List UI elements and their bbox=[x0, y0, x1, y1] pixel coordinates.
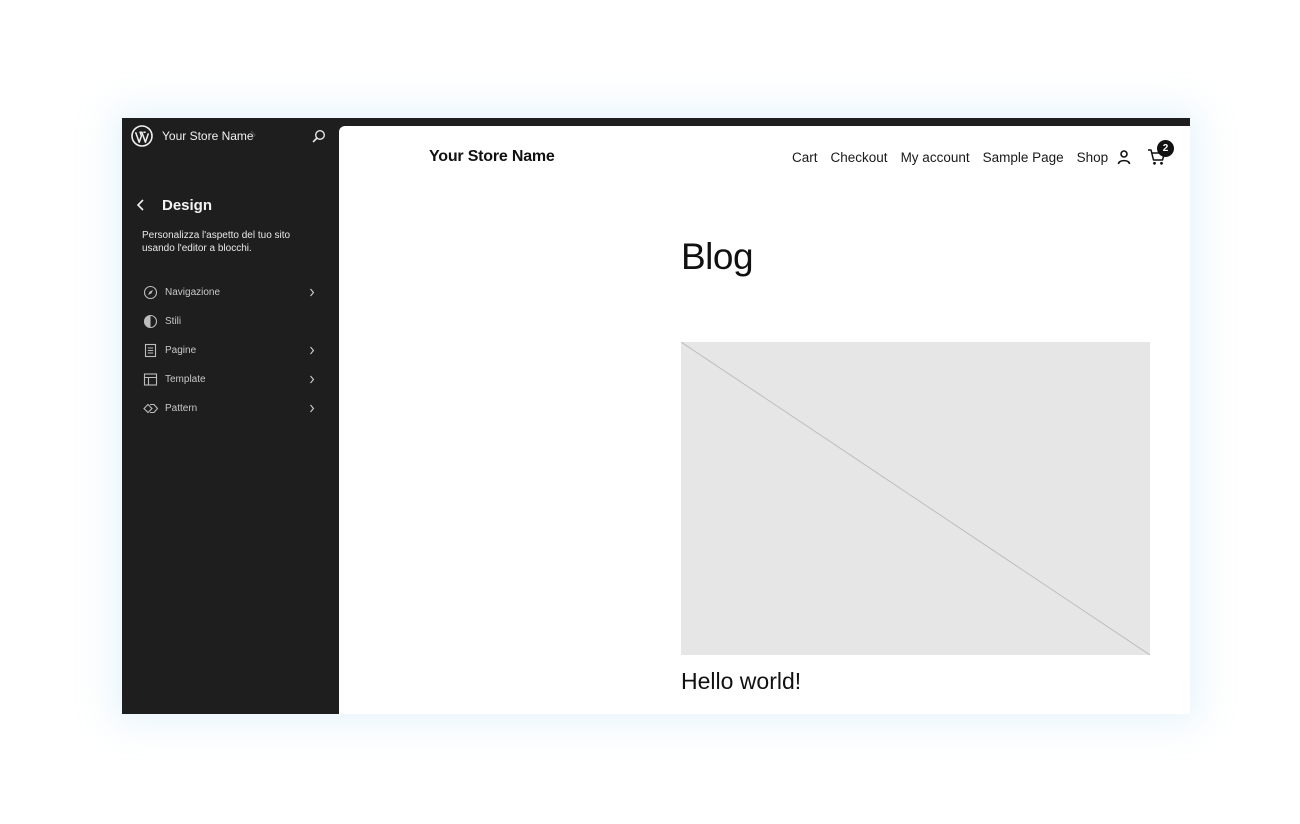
site-editor-window: Your Store Name Design Personalizza l'as… bbox=[122, 118, 1190, 714]
sidebar-item-label: Pattern bbox=[165, 403, 198, 414]
store-title[interactable]: Your Store Name bbox=[429, 148, 555, 166]
chevron-right-icon bbox=[310, 346, 315, 355]
sidebar-item-label: Navigazione bbox=[165, 287, 221, 298]
search-icon[interactable] bbox=[311, 128, 327, 144]
sidebar-item-stili[interactable]: Stili bbox=[134, 307, 334, 336]
sidebar-description: Personalizza l'aspetto del tuo sito usan… bbox=[142, 230, 291, 254]
cart-count-badge: 2 bbox=[1157, 140, 1174, 157]
template-icon bbox=[143, 373, 158, 386]
site-preview-canvas[interactable]: Your Store Name Cart Checkout My account… bbox=[339, 126, 1190, 714]
sidebar-item-label: Pagine bbox=[165, 345, 197, 356]
site-name-link[interactable]: Your Store Name bbox=[162, 129, 254, 143]
back-chevron-icon[interactable] bbox=[135, 198, 147, 212]
sidebar-item-template[interactable]: Template bbox=[134, 365, 334, 394]
nav-link-cart[interactable]: Cart bbox=[792, 150, 818, 165]
chevron-right-icon bbox=[310, 404, 315, 413]
sidebar-item-pattern[interactable]: Pattern bbox=[134, 394, 334, 423]
sidebar-title: Design bbox=[162, 197, 213, 214]
sidebar-item-label: Template bbox=[165, 374, 206, 385]
sidebar-item-navigazione[interactable]: Navigazione bbox=[134, 278, 334, 307]
featured-image-placeholder[interactable] bbox=[681, 342, 1150, 655]
post-title-link[interactable]: Hello world! bbox=[681, 668, 801, 695]
page-title: Blog bbox=[681, 236, 754, 277]
nav-link-checkout[interactable]: Checkout bbox=[831, 150, 888, 165]
external-chevron-icon bbox=[250, 130, 256, 140]
chevron-right-icon bbox=[310, 288, 315, 297]
nav-link-sample-page[interactable]: Sample Page bbox=[983, 150, 1064, 165]
placeholder-diagonal bbox=[681, 342, 1150, 655]
editor-sidebar: Your Store Name Design Personalizza l'as… bbox=[122, 118, 339, 714]
nav-link-shop[interactable]: Shop bbox=[1077, 150, 1109, 165]
sidebar-header: Your Store Name bbox=[122, 118, 339, 154]
sidebar-menu: Navigazione Stili Pagine Template Patter… bbox=[134, 278, 334, 423]
page-icon bbox=[144, 343, 157, 358]
styles-icon bbox=[143, 314, 158, 329]
wordpress-logo-icon[interactable] bbox=[131, 125, 153, 147]
navigation-icon bbox=[143, 285, 158, 300]
nav-link-my-account[interactable]: My account bbox=[901, 150, 970, 165]
sidebar-item-label: Stili bbox=[165, 316, 182, 327]
account-icon[interactable] bbox=[1116, 149, 1132, 165]
pattern-icon bbox=[143, 403, 158, 414]
site-navigation: Cart Checkout My account Sample Page Sho… bbox=[792, 150, 1108, 165]
sidebar-item-pagine[interactable]: Pagine bbox=[134, 336, 334, 365]
chevron-right-icon bbox=[310, 375, 315, 384]
